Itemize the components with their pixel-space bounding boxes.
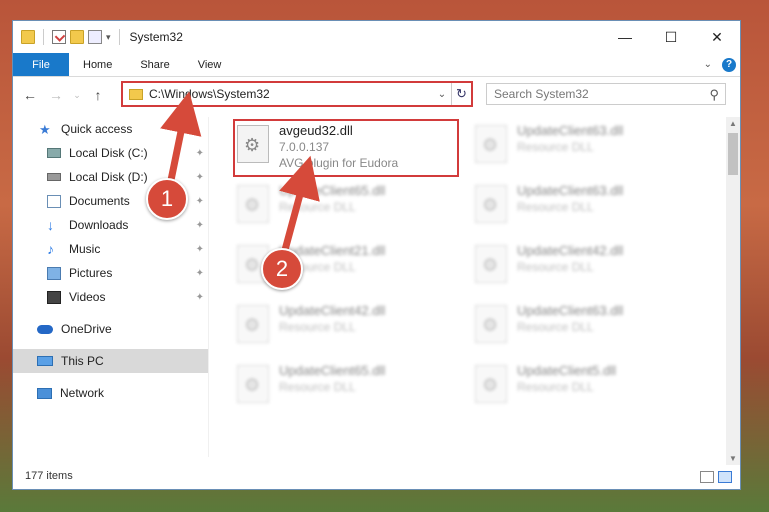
step-2-badge: 2 [261, 248, 303, 290]
annotation-arrows [160, 91, 320, 251]
step-1-badge: 1 [146, 178, 188, 220]
arrow-to-address-bar [160, 91, 202, 186]
arrow-to-file [279, 155, 320, 251]
